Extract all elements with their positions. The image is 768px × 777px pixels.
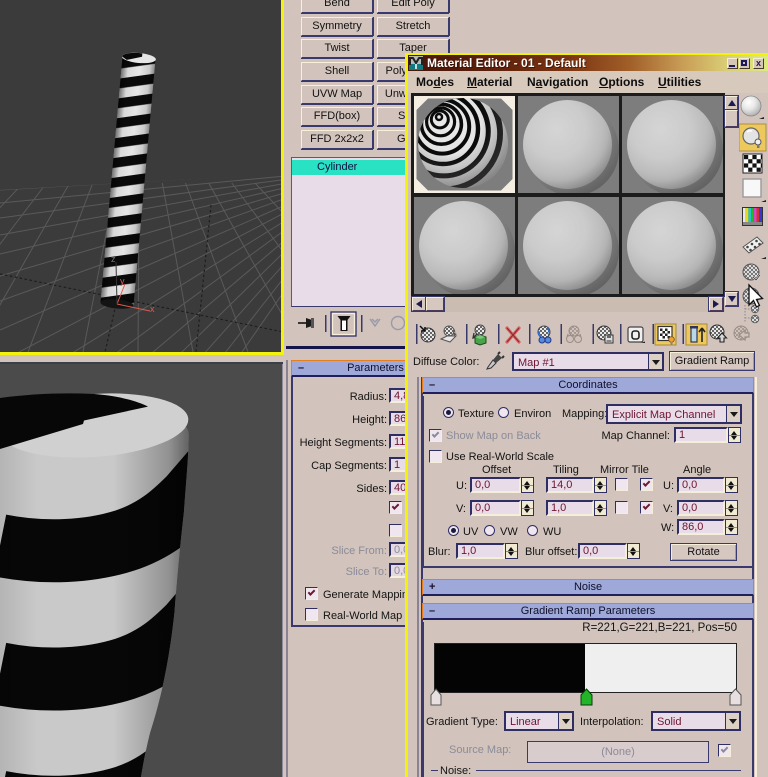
svg-text:z: z bbox=[111, 254, 116, 264]
svg-text:x: x bbox=[150, 304, 155, 314]
svg-text:y: y bbox=[120, 276, 125, 286]
